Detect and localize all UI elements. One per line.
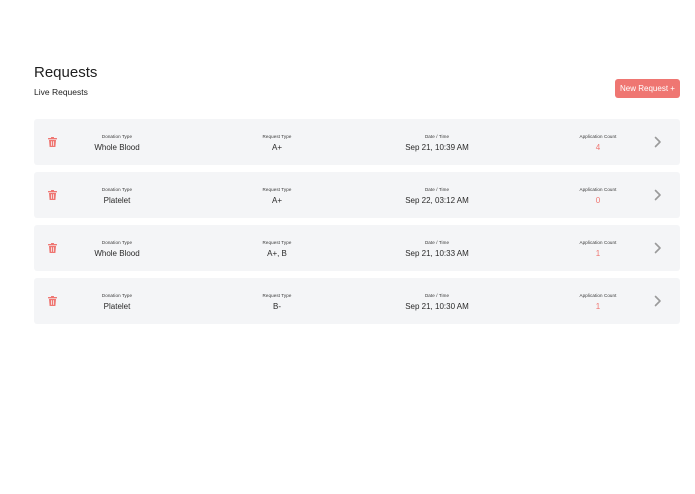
donation-type-value: Whole Blood — [94, 249, 140, 258]
date-time-label: Date / Time — [424, 240, 450, 245]
request-type-cell: Request Type A+ — [263, 132, 292, 154]
request-type-label: Request Type — [262, 187, 292, 192]
application-count-cell: Application Count 1 — [580, 291, 617, 313]
application-count-value: 1 — [595, 302, 601, 311]
date-time-value: Sep 21, 10:39 AM — [405, 143, 469, 152]
date-time-label: Date / Time — [424, 134, 450, 139]
application-count-value: 0 — [595, 196, 601, 205]
donation-type-cell: Donation Type Platelet — [102, 291, 132, 313]
application-count-label: Application Count — [579, 187, 617, 192]
request-row[interactable]: Donation Type Whole Blood Request Type A… — [34, 225, 680, 271]
chevron-right-icon[interactable] — [654, 242, 662, 254]
donation-type-label: Donation Type — [101, 134, 133, 139]
donation-type-value: Platelet — [103, 196, 131, 205]
request-row[interactable]: Donation Type Platelet Request Type A+ D… — [34, 172, 680, 218]
application-count-value: 1 — [595, 249, 601, 258]
application-count-value: 4 — [595, 143, 601, 152]
trash-icon[interactable] — [48, 243, 57, 253]
request-type-value: A+ — [271, 196, 283, 205]
request-type-cell: Request Type A+, B — [263, 238, 292, 260]
section-subtitle: Live Requests — [34, 87, 88, 97]
donation-type-cell: Donation Type Whole Blood — [94, 238, 139, 260]
donation-type-value: Platelet — [103, 302, 131, 311]
request-list: Donation Type Whole Blood Request Type A… — [34, 119, 680, 331]
trash-icon[interactable] — [48, 296, 57, 306]
request-type-label: Request Type — [262, 240, 292, 245]
donation-type-label: Donation Type — [101, 293, 133, 298]
application-count-cell: Application Count 1 — [580, 238, 617, 260]
date-time-value: Sep 21, 10:33 AM — [405, 249, 469, 258]
request-type-value: A+ — [271, 143, 283, 152]
application-count-cell: Application Count 4 — [580, 132, 617, 154]
request-type-label: Request Type — [262, 134, 292, 139]
request-type-cell: Request Type A+ — [263, 185, 292, 207]
trash-icon[interactable] — [48, 190, 57, 200]
application-count-label: Application Count — [579, 240, 617, 245]
chevron-right-icon[interactable] — [654, 136, 662, 148]
request-type-cell: Request Type B- — [263, 291, 292, 313]
date-time-value: Sep 22, 03:12 AM — [405, 196, 469, 205]
chevron-right-icon[interactable] — [654, 189, 662, 201]
request-type-value: B- — [272, 302, 281, 311]
date-time-cell: Date / Time Sep 21, 10:33 AM — [405, 238, 469, 260]
donation-type-label: Donation Type — [101, 187, 133, 192]
request-row[interactable]: Donation Type Whole Blood Request Type A… — [34, 119, 680, 165]
date-time-label: Date / Time — [424, 293, 450, 298]
requests-page: Requests Live Requests New Request + Don… — [0, 0, 695, 494]
application-count-label: Application Count — [579, 293, 617, 298]
donation-type-label: Donation Type — [101, 240, 133, 245]
chevron-right-icon[interactable] — [654, 295, 662, 307]
request-row[interactable]: Donation Type Platelet Request Type B- D… — [34, 278, 680, 324]
request-type-label: Request Type — [262, 293, 292, 298]
trash-icon[interactable] — [48, 137, 57, 147]
application-count-label: Application Count — [579, 134, 617, 139]
donation-type-cell: Donation Type Whole Blood — [94, 132, 139, 154]
donation-type-cell: Donation Type Platelet — [102, 185, 132, 207]
new-request-button[interactable]: New Request + — [615, 79, 680, 98]
date-time-cell: Date / Time Sep 22, 03:12 AM — [405, 185, 469, 207]
page-title: Requests — [34, 64, 98, 81]
date-time-cell: Date / Time Sep 21, 10:30 AM — [405, 291, 469, 313]
request-type-value: A+, B — [267, 249, 287, 258]
date-time-cell: Date / Time Sep 21, 10:39 AM — [405, 132, 469, 154]
donation-type-value: Whole Blood — [94, 143, 140, 152]
date-time-value: Sep 21, 10:30 AM — [405, 302, 469, 311]
date-time-label: Date / Time — [424, 187, 450, 192]
application-count-cell: Application Count 0 — [580, 185, 617, 207]
